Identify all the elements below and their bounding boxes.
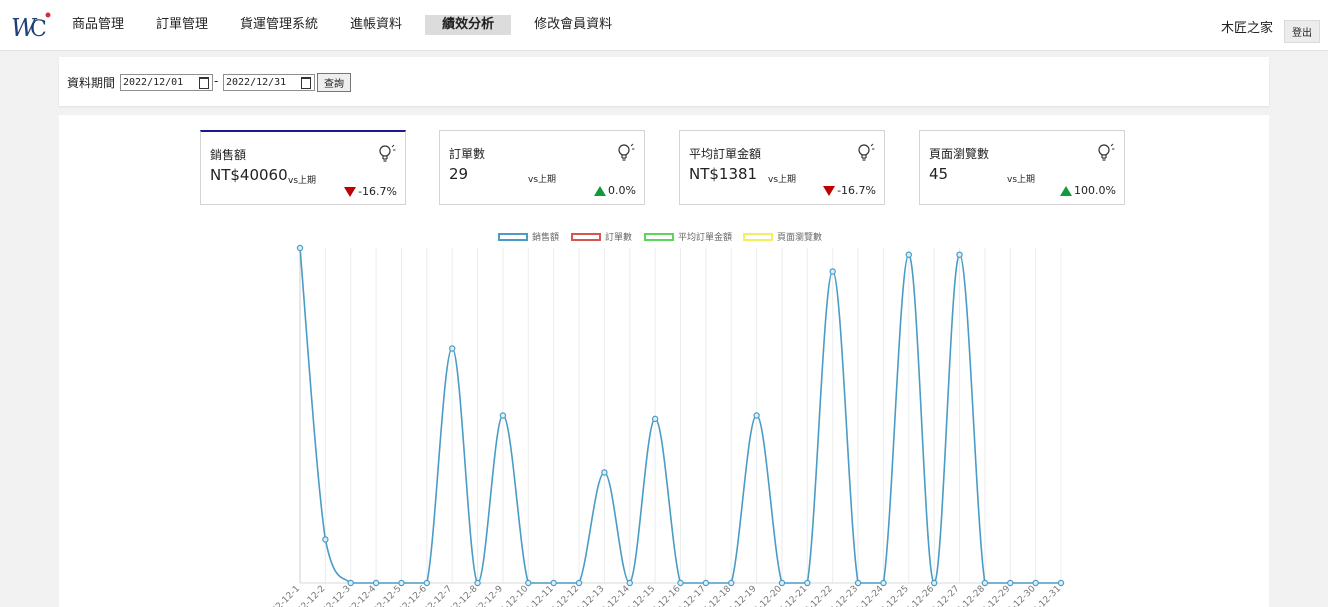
data-point[interactable] — [423, 579, 431, 587]
data-point[interactable] — [550, 579, 557, 587]
date-filter-panel: 資料期間 2022/12/01 - 2022/12/31 查詢 — [59, 57, 1269, 106]
data-point[interactable] — [854, 579, 862, 587]
calendar-icon[interactable] — [199, 77, 209, 89]
nav-income-data[interactable]: 進帳資料 — [341, 15, 411, 35]
data-point[interactable] — [575, 579, 583, 587]
date-separator: - — [214, 74, 219, 88]
start-date-input[interactable]: 2022/12/01 — [120, 74, 213, 91]
data-point[interactable] — [296, 244, 304, 252]
data-point[interactable] — [829, 268, 836, 275]
data-point[interactable] — [956, 251, 963, 258]
data-point[interactable] — [347, 579, 354, 587]
data-point[interactable] — [1032, 579, 1039, 587]
nav-shipping-system[interactable]: 貨運管理系統 — [231, 15, 327, 35]
query-button[interactable]: 查詢 — [317, 73, 351, 92]
data-point[interactable] — [905, 251, 913, 258]
x-tick-label: 2022-12-1 — [262, 584, 302, 607]
data-point[interactable] — [778, 579, 786, 587]
data-point[interactable] — [601, 469, 608, 476]
data-point[interactable] — [322, 536, 329, 543]
nav-product-management[interactable]: 商品管理 — [63, 15, 133, 35]
data-point[interactable] — [525, 579, 532, 587]
data-point[interactable] — [372, 579, 380, 587]
data-point[interactable] — [1057, 579, 1065, 587]
start-date-value: 2022/12/01 — [123, 77, 184, 88]
data-point[interactable] — [398, 579, 405, 587]
svg-text:C: C — [30, 17, 47, 42]
nav-edit-member[interactable]: 修改會員資料 — [525, 15, 621, 35]
data-point[interactable] — [651, 415, 659, 423]
data-point[interactable] — [474, 579, 481, 587]
data-point[interactable] — [702, 579, 710, 587]
brand-logo[interactable]: W C — [10, 8, 52, 42]
data-point[interactable] — [449, 345, 456, 352]
end-date-input[interactable]: 2022/12/31 — [223, 74, 315, 91]
data-point[interactable] — [804, 579, 811, 587]
top-navbar: W C 商品管理 訂單管理 貨運管理系統 進帳資料 績效分析 修改會員資料 木匠… — [0, 0, 1328, 51]
store-name: 木匠之家 — [1221, 21, 1274, 36]
data-point[interactable] — [880, 579, 887, 587]
data-point[interactable] — [930, 579, 938, 587]
data-point[interactable] — [499, 412, 507, 419]
data-point[interactable] — [728, 579, 735, 587]
nav-performance-analysis[interactable]: 績效分析 — [425, 15, 512, 35]
end-date-value: 2022/12/31 — [226, 77, 287, 88]
data-point[interactable] — [626, 579, 633, 587]
data-point[interactable] — [981, 579, 989, 587]
main-nav: 商品管理 訂單管理 貨運管理系統 進帳資料 績效分析 修改會員資料 — [63, 14, 635, 36]
data-point[interactable] — [1007, 579, 1014, 587]
logout-button[interactable]: 登出 — [1284, 20, 1320, 43]
nav-order-management[interactable]: 訂單管理 — [147, 15, 217, 35]
calendar-icon[interactable] — [301, 77, 311, 89]
data-point[interactable] — [677, 579, 684, 587]
period-label: 資料期間 — [67, 76, 116, 90]
analysis-panel: 銷售額 NT$40060 vs上期 -16.7% 訂單數 29 vs上期 0.0… — [59, 115, 1269, 607]
data-point[interactable] — [753, 412, 760, 419]
sales-line-chart: 2022-12-12022-12-22022-12-32022-12-42022… — [262, 244, 1065, 607]
